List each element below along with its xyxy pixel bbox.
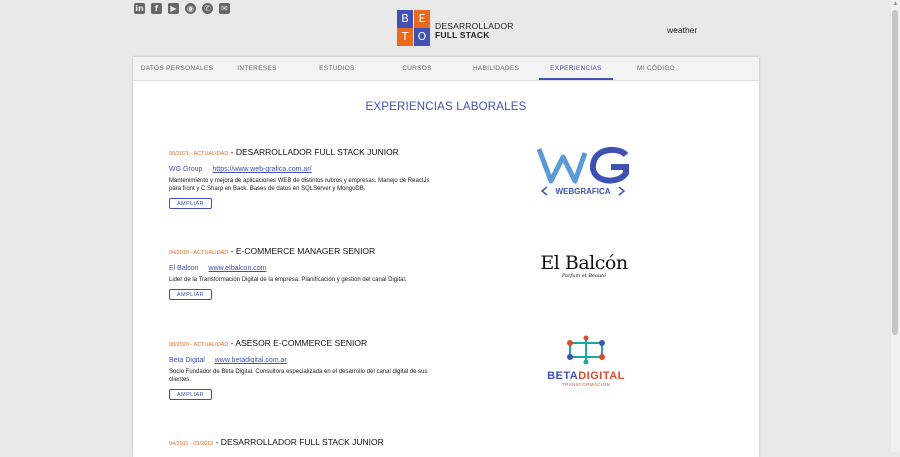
whatsapp-icon[interactable]: ✆ <box>202 3 213 14</box>
experience-date: 04/2011 - 03/2012 <box>169 441 214 447</box>
experience-item: 04/2019 - ACTUALIDAD - E-COMMERCE MANAGE… <box>169 241 469 300</box>
youtube-icon[interactable]: ▶ <box>168 3 179 14</box>
weather-widget: weather <box>667 25 698 35</box>
experience-description: Socio Fundador de Beta Digital. Consulto… <box>169 369 428 383</box>
experience-company-row: Beta Digital www.betadigital.com.ar <box>169 357 469 364</box>
experience-company-row: El Balcon www.elbalcon.com <box>169 265 469 272</box>
betadigital-logo: BETADIGITAL TRANSFORMACIÓN <box>541 335 631 387</box>
site-logo[interactable]: B E T O <box>397 10 430 46</box>
experience-header: 08/2020 - ACTUALIDAD - ASESOR E-COMMERCE… <box>169 333 469 351</box>
tab-cursos[interactable]: CURSOS <box>381 57 453 80</box>
section-title: EXPERIENCIAS LABORALES <box>365 101 527 113</box>
tab-datos-personales[interactable]: DATOS PERSONALES <box>133 57 221 80</box>
betadigital-logo-graphic <box>567 335 605 365</box>
ampliar-button[interactable]: AMPLIAR <box>169 389 212 400</box>
experience-date: 08/2021 - ACTUALIDAD <box>169 151 229 157</box>
webgrafica-logo: WEBGRAFICA <box>533 143 633 199</box>
betadigital-logo-text: BETADIGITAL <box>541 370 631 382</box>
logo-letter-t: T <box>397 28 413 46</box>
ampliar-button[interactable]: AMPLIAR <box>169 289 212 300</box>
beta-word: BETA <box>547 370 579 382</box>
experience-header: 08/2021 - ACTUALIDAD - DESARROLLADOR FUL… <box>169 142 469 160</box>
logo-letter-b: B <box>397 10 413 28</box>
experience-date: 08/2020 - ACTUALIDAD <box>169 342 229 348</box>
experience-description: Mantenimiento y mejora de aplicaciones W… <box>169 178 430 192</box>
webgrafica-logo-text: WEBGRAFICA <box>555 187 610 196</box>
experience-role: - ASESOR E-COMMERCE SENIOR <box>228 338 368 348</box>
tab-experiencias[interactable]: EXPERIENCIAS <box>539 57 613 80</box>
logo-line-2: FULL STACK <box>435 30 490 40</box>
experience-company: Beta Digital <box>169 357 205 364</box>
mail-icon[interactable]: ✉ <box>219 3 230 14</box>
experience-header: 04/2011 - 03/2012 - DESARROLLADOR FULL S… <box>169 432 469 450</box>
site-logo-text: DESARROLLADOR FULL STACK <box>435 22 514 40</box>
scroll-up-arrow-icon[interactable]: ▲ <box>892 0 899 8</box>
digital-word: DIGITAL <box>578 370 625 382</box>
linkedin-icon[interactable]: in <box>134 3 145 14</box>
experience-role: - DESARROLLADOR FULL STACK JUNIOR <box>213 437 384 447</box>
experience-header: 04/2019 - ACTUALIDAD - E-COMMERCE MANAGE… <box>169 241 469 259</box>
experience-company: El Balcon <box>169 265 199 272</box>
logo-letter-e: E <box>414 10 430 28</box>
experience-role: - E-COMMERCE MANAGER SENIOR <box>228 246 376 256</box>
experience-item: 08/2021 - ACTUALIDAD - DESARROLLADOR FUL… <box>169 142 469 209</box>
facebook-icon[interactable]: f <box>151 3 162 14</box>
tab-mi-codigo[interactable]: MI CÓDIGO <box>619 57 693 80</box>
experience-company-row: WG Group https://www.web-grafica.com.ar/ <box>169 166 469 173</box>
tab-intereses[interactable]: INTERESES <box>221 57 293 80</box>
experience-item: 08/2020 - ACTUALIDAD - ASESOR E-COMMERCE… <box>169 333 469 400</box>
experience-item: 04/2011 - 03/2012 - DESARROLLADOR FULL S… <box>169 432 469 450</box>
elbalcon-logo: El Balcón Parfum et Beauté <box>538 253 630 285</box>
vertical-scrollbar[interactable]: ▲ <box>891 0 900 452</box>
tab-estudios[interactable]: ESTUDIOS <box>301 57 373 80</box>
scroll-thumb[interactable] <box>892 10 898 335</box>
experience-company: WG Group <box>169 166 203 173</box>
social-links: in f ▶ ◉ ✆ ✉ <box>134 3 230 14</box>
betadigital-logo-subtitle: TRANSFORMACIÓN <box>561 382 611 387</box>
tab-bar: DATOS PERSONALES INTERESES ESTUDIOS CURS… <box>133 57 759 81</box>
experience-role: - DESARROLLADOR FULL STACK JUNIOR <box>228 147 399 157</box>
experience-link[interactable]: www.elbalcon.com <box>209 265 267 272</box>
logo-letter-o: O <box>414 28 430 46</box>
tab-habilidades[interactable]: HABILIDADES <box>460 57 532 80</box>
experience-date: 04/2019 - ACTUALIDAD <box>169 250 229 256</box>
experience-link[interactable]: https://www.web-grafica.com.ar/ <box>212 166 311 173</box>
active-tab-indicator <box>539 78 613 80</box>
experience-link[interactable]: www.betadigital.com.ar <box>215 357 287 364</box>
content-card: DATOS PERSONALES INTERESES ESTUDIOS CURS… <box>133 57 759 457</box>
webgrafica-logo-graphic: WEBGRAFICA <box>536 146 629 196</box>
ampliar-button[interactable]: AMPLIAR <box>169 198 212 209</box>
experience-description: Lider de la Transformación Digital de la… <box>169 277 407 283</box>
github-icon[interactable]: ◉ <box>185 3 196 14</box>
elbalcon-logo-text: El Balcón <box>540 252 628 274</box>
